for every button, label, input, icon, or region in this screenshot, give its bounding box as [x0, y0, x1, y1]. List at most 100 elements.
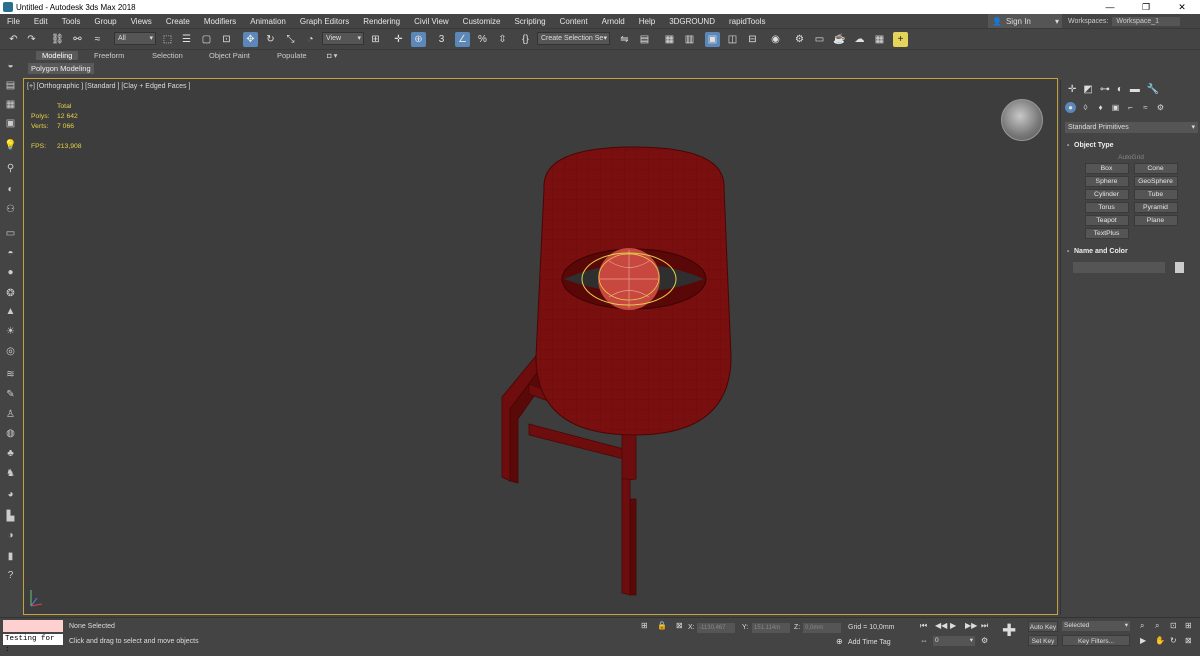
- render-setup-icon[interactable]: ⚙: [792, 32, 807, 47]
- box-icon[interactable]: ▭: [4, 227, 17, 240]
- sun-icon[interactable]: ☀: [4, 325, 17, 338]
- object-type-header[interactable]: Object Type: [1065, 140, 1197, 152]
- name-and-color-header[interactable]: Name and Color: [1065, 246, 1197, 258]
- ribbon-panel-polygon-modeling[interactable]: Polygon Modeling: [28, 63, 94, 74]
- menu-modifiers[interactable]: Modifiers: [197, 17, 243, 26]
- perspective-viewport[interactable]: [+] [Orthographic ] [Standard ] [Clay + …: [23, 78, 1058, 615]
- zoom-all-icon[interactable]: ⌕: [1155, 621, 1159, 631]
- selection-set-dropdown[interactable]: Selected: [1062, 621, 1130, 631]
- selection-lock-icon[interactable]: 🔒: [657, 621, 667, 630]
- menu-customize[interactable]: Customize: [456, 17, 508, 26]
- time-config-icon[interactable]: ⚙: [981, 636, 988, 645]
- sign-in-dropdown[interactable]: 👤 Sign In ▾: [988, 14, 1062, 28]
- textplus-button[interactable]: TextPlus: [1084, 228, 1129, 239]
- close-button[interactable]: ✕: [1164, 0, 1200, 14]
- maxscript-listener[interactable]: [3, 620, 63, 632]
- set-keys-icon[interactable]: ✚: [1002, 621, 1016, 641]
- scene-explorer-icon[interactable]: ▦: [662, 32, 677, 47]
- add-time-tag[interactable]: Add Time Tag: [848, 639, 891, 646]
- menu-scripting[interactable]: Scripting: [507, 17, 552, 26]
- menu-civil-view[interactable]: Civil View: [407, 17, 456, 26]
- keyboard-shortcut-override-icon[interactable]: ⊕: [411, 32, 426, 47]
- render-production-icon[interactable]: ☕: [832, 32, 847, 47]
- particle-icon[interactable]: ❂: [4, 287, 17, 300]
- battery-icon[interactable]: ▮: [4, 550, 17, 563]
- hair-icon[interactable]: ≋: [4, 368, 17, 381]
- sphere-icon[interactable]: ●: [4, 266, 17, 279]
- tool-icon[interactable]: ✎: [4, 388, 17, 401]
- render-in-cloud-icon[interactable]: ▦: [872, 32, 887, 47]
- undo-icon[interactable]: ↶: [6, 32, 21, 47]
- key-mode-icon[interactable]: ⇔: [920, 636, 928, 645]
- dome-icon[interactable]: ◓: [4, 247, 17, 260]
- play-icon[interactable]: ▶: [950, 621, 956, 630]
- set-key-button[interactable]: Set Key: [1028, 635, 1058, 646]
- menu-group[interactable]: Group: [87, 17, 123, 26]
- geosphere-button[interactable]: GeoSphere: [1133, 176, 1178, 187]
- link-icon[interactable]: ⛓: [50, 32, 65, 47]
- systems-icon[interactable]: ⚙: [1155, 102, 1166, 113]
- menu-rapidtools[interactable]: rapidTools: [722, 17, 772, 26]
- modify-tab-icon[interactable]: ◩: [1083, 84, 1092, 98]
- render-iterative-icon[interactable]: ☁: [852, 32, 867, 47]
- menu-tools[interactable]: Tools: [55, 17, 88, 26]
- select-by-name-icon[interactable]: ☰: [179, 32, 194, 47]
- menu-create[interactable]: Create: [159, 17, 197, 26]
- previous-frame-icon[interactable]: ◀◀: [935, 621, 947, 630]
- cone-icon[interactable]: ▲: [4, 305, 17, 318]
- globe-icon[interactable]: ◍: [4, 427, 17, 440]
- go-to-end-icon[interactable]: ⏭: [981, 621, 988, 631]
- named-selection-dropdown[interactable]: Create Selection Se: [537, 32, 610, 45]
- viewcube[interactable]: [1001, 99, 1043, 141]
- maximize-button[interactable]: ❐: [1128, 0, 1164, 14]
- menu-animation[interactable]: Animation: [243, 17, 293, 26]
- plane-button[interactable]: Plane: [1133, 215, 1178, 226]
- display-icon[interactable]: ▣: [4, 117, 17, 130]
- edit-named-selection-icon[interactable]: {}: [518, 32, 533, 47]
- pivot-center-icon[interactable]: ⊞: [368, 32, 383, 47]
- menu-arnold[interactable]: Arnold: [595, 17, 632, 26]
- create-layer-icon[interactable]: ▤: [4, 79, 17, 92]
- select-object-icon[interactable]: ⬚: [160, 32, 175, 47]
- plant-icon[interactable]: ♣: [4, 447, 17, 460]
- material-sphere-icon[interactable]: ◕: [4, 488, 17, 501]
- plugin-icon[interactable]: +: [893, 32, 908, 47]
- manipulate-icon[interactable]: ✛: [391, 32, 406, 47]
- tab-modeling[interactable]: Modeling: [36, 51, 79, 60]
- maximize-viewport-icon[interactable]: ⊠: [1185, 636, 1192, 645]
- shapes-icon[interactable]: ◊: [1080, 102, 1091, 113]
- lamp-model[interactable]: [24, 79, 1058, 615]
- object-color-swatch[interactable]: [1175, 262, 1184, 273]
- selection-filter-dropdown[interactable]: All: [114, 32, 156, 45]
- sky-icon[interactable]: ◑: [4, 529, 17, 542]
- select-and-rotate-icon[interactable]: ↻: [263, 32, 278, 47]
- teapot-button[interactable]: Teapot: [1084, 215, 1129, 226]
- population-icon[interactable]: ⚇: [4, 203, 17, 216]
- target-icon[interactable]: ◎: [4, 345, 17, 358]
- z-coordinate-field[interactable]: 0,0mm: [803, 623, 841, 633]
- viewport-layout-icon[interactable]: ◒: [4, 59, 17, 72]
- time-tag-icon[interactable]: ⊕: [836, 637, 843, 646]
- zoom-extents-all-icon[interactable]: ⊞: [1185, 621, 1192, 630]
- current-frame-field[interactable]: 0: [933, 636, 975, 646]
- key-filters-button[interactable]: Key Filters...: [1062, 635, 1130, 646]
- utilities-tab-icon[interactable]: 🔧: [1147, 84, 1159, 98]
- menu-3dground[interactable]: 3DGROUND: [662, 17, 722, 26]
- scene-states-icon[interactable]: ▙: [4, 510, 17, 523]
- tab-selection[interactable]: Selection: [152, 51, 183, 60]
- x-coordinate-field[interactable]: -1130,467: [697, 623, 735, 633]
- camera-icon[interactable]: ⚲: [4, 162, 17, 175]
- biped-icon[interactable]: ♙: [4, 408, 17, 421]
- menu-views[interactable]: Views: [124, 17, 159, 26]
- creature-icon[interactable]: ♞: [4, 467, 17, 480]
- autogrid-checkbox[interactable]: AutoGrid: [1065, 154, 1197, 161]
- workspace-select[interactable]: Workspace_1: [1112, 16, 1181, 26]
- ribbon-options-icon[interactable]: ◘ ▾: [327, 51, 337, 60]
- light-icon[interactable]: 💡: [4, 139, 17, 152]
- absolute-mode-icon[interactable]: ⊠: [676, 621, 683, 630]
- isolate-selection-icon[interactable]: ⊞: [641, 621, 648, 630]
- cone-button[interactable]: Cone: [1133, 163, 1178, 174]
- unlink-icon[interactable]: ⚯: [70, 32, 85, 47]
- minimize-button[interactable]: —: [1092, 0, 1128, 14]
- geometry-icon[interactable]: ●: [1065, 102, 1076, 113]
